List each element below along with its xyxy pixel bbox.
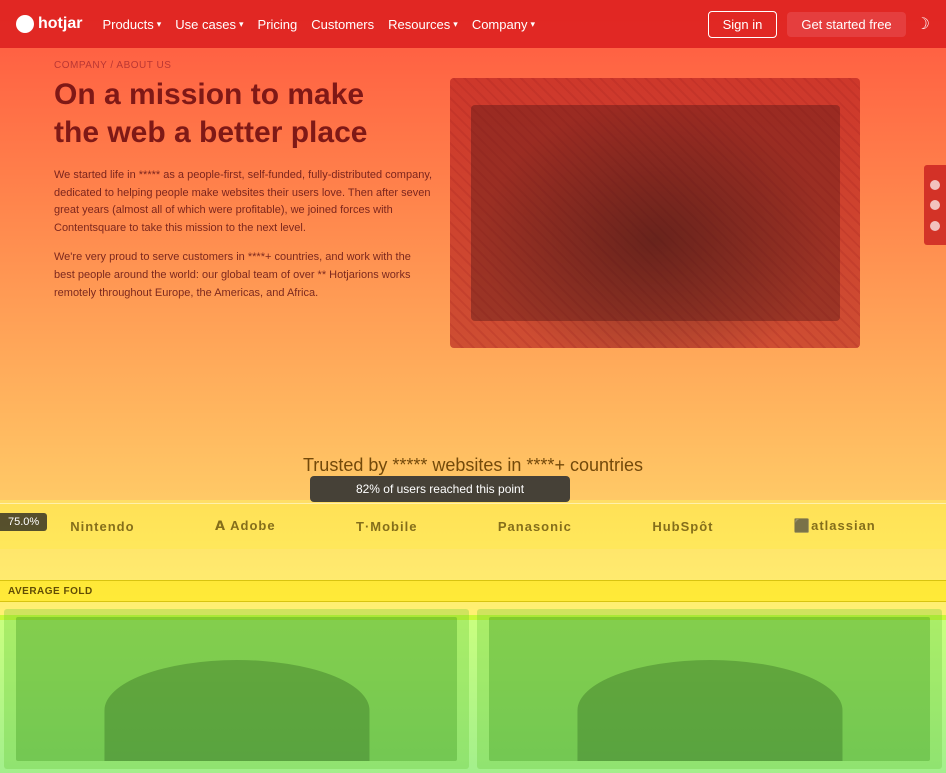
chevron-down-icon: ▾ — [453, 19, 458, 30]
logo[interactable]: hotjar — [16, 15, 82, 33]
chevron-down-icon: ▾ — [157, 19, 162, 30]
bottom-image-left-inner — [16, 617, 458, 761]
navbar: hotjar Products ▾ Use cases ▾ Pricing Cu… — [0, 0, 946, 48]
sign-in-button[interactable]: Sign in — [708, 11, 778, 38]
nav-use-cases[interactable]: Use cases ▾ — [175, 17, 243, 32]
crowd-silhouette — [471, 105, 840, 321]
nav-pricing[interactable]: Pricing — [258, 17, 298, 32]
hero-body-2: We're very proud to serve customers in *… — [54, 249, 434, 302]
logo-nintendo: Nintendo — [70, 519, 134, 534]
logo-tmobile: T·Mobile — [356, 519, 417, 534]
scroll-indicator-line — [0, 503, 946, 504]
percent-badge: 75.0% — [0, 513, 47, 531]
logo-panasonic: Panasonic — [498, 519, 572, 534]
reach-tooltip: 82% of users reached this point — [310, 476, 570, 502]
hero-image-inner — [450, 78, 860, 348]
bottom-image-right-inner — [489, 617, 931, 761]
logos-bar: Nintendo 𝗔 Adobe T·Mobile Panasonic HubS… — [0, 503, 946, 549]
average-fold-label: AVERAGE FOLD — [0, 586, 93, 597]
hero-section: On a mission to make the web a better pl… — [54, 76, 434, 314]
chevron-down-icon: ▾ — [530, 19, 535, 30]
person-silhouette-right — [577, 660, 842, 761]
nav-company[interactable]: Company ▾ — [472, 17, 535, 32]
hero-image — [450, 78, 860, 348]
logo-adobe: 𝗔 Adobe — [215, 518, 276, 534]
navbar-actions: Sign in Get started free ☽ — [708, 11, 930, 38]
trusted-title: Trusted by ***** websites in ****+ count… — [303, 455, 643, 475]
bottom-image-right — [477, 609, 942, 769]
panel-dot-2 — [930, 200, 940, 210]
panel-dot-1 — [930, 180, 940, 190]
person-silhouette-left — [104, 660, 369, 761]
chevron-down-icon: ▾ — [239, 19, 244, 30]
panel-dot-3 — [930, 221, 940, 231]
get-started-button[interactable]: Get started free — [787, 12, 905, 37]
nav-customers[interactable]: Customers — [311, 17, 374, 32]
heatmap-container: hotjar Products ▾ Use cases ▾ Pricing Cu… — [0, 0, 946, 773]
nav-products[interactable]: Products ▾ — [102, 17, 161, 32]
logo-atlassian: ⬛atlassian — [794, 518, 876, 534]
bottom-section — [0, 605, 946, 773]
trusted-section: Trusted by ***** websites in ****+ count… — [0, 455, 946, 476]
navbar-nav: Products ▾ Use cases ▾ Pricing Customers… — [102, 17, 707, 32]
average-fold-banner: AVERAGE FOLD — [0, 580, 946, 602]
logo-text: hotjar — [38, 15, 82, 33]
logo-icon — [16, 15, 34, 33]
reach-tooltip-text: 82% of users reached this point — [356, 482, 524, 496]
site-content: hotjar Products ▾ Use cases ▾ Pricing Cu… — [0, 0, 946, 773]
hero-body-1: We started life in ***** as a people-fir… — [54, 167, 434, 237]
bottom-image-left — [4, 609, 469, 769]
logo-hubspot: HubSpôt — [652, 519, 713, 534]
right-side-panel[interactable] — [924, 165, 946, 245]
nav-resources[interactable]: Resources ▾ — [388, 17, 458, 32]
breadcrumb: COMPANY / ABOUT US — [54, 60, 171, 71]
hero-title: On a mission to make the web a better pl… — [54, 76, 434, 151]
theme-toggle-button[interactable]: ☽ — [916, 14, 930, 34]
